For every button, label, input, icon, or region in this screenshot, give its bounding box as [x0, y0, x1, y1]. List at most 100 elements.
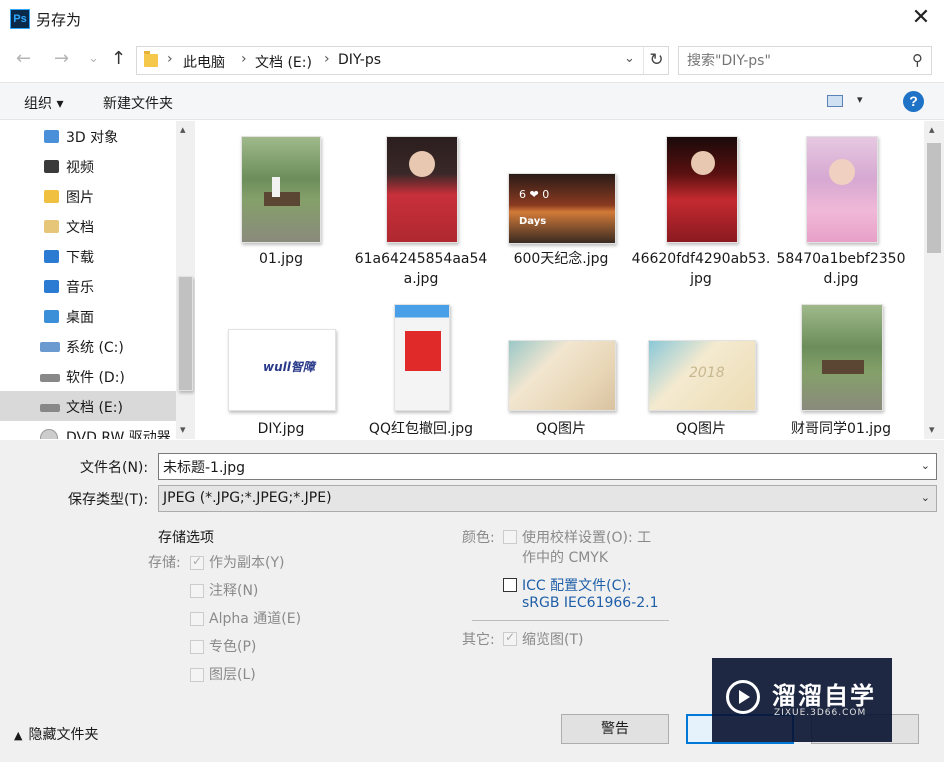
search-icon[interactable]: ⚲ — [912, 51, 923, 69]
icc-profile-checkbox[interactable] — [503, 578, 517, 592]
chevron-down-icon[interactable]: ⌄ — [921, 491, 930, 504]
file-name: QQ图片 — [675, 421, 727, 437]
view-options-dropdown-icon[interactable]: ▾ — [857, 93, 863, 106]
breadcrumb-separator[interactable]: › — [167, 51, 173, 67]
file-item[interactable]: 2018 QQ图片 — [631, 299, 771, 439]
chevron-down-icon[interactable]: ⌄ — [921, 459, 930, 472]
sidebar-item-videos[interactable]: 视频 — [0, 151, 176, 181]
forward-arrow-icon[interactable]: → — [54, 48, 69, 70]
hide-folders-toggle[interactable]: ▲ 隐藏文件夹 — [14, 724, 98, 744]
file-name: 58470a1bebf2350d.jpg — [776, 251, 906, 287]
sidebar-item-label: 3D 对象 — [66, 130, 119, 146]
file-item[interactable]: 财哥同学01.jpg — [771, 299, 911, 439]
save-type-label: 保存类型(T): — [68, 492, 149, 508]
system-drive-icon — [40, 342, 60, 352]
scroll-down-icon[interactable]: ▾ — [180, 423, 186, 436]
file-item[interactable]: 46620fdf4290ab53.jpg — [631, 131, 771, 287]
scrollbar-thumb[interactable] — [927, 143, 941, 253]
alpha-channels-label: Alpha 通道(E) — [209, 611, 302, 627]
organize-menu[interactable]: 组织 ▾ — [24, 93, 63, 113]
file-item[interactable]: QQ图片 — [491, 299, 631, 439]
back-arrow-icon[interactable]: ← — [16, 48, 31, 70]
filename-combobox[interactable]: ⌄ — [158, 453, 937, 480]
new-folder-button[interactable]: 新建文件夹 — [103, 93, 173, 113]
scrollbar-thumb[interactable] — [178, 276, 193, 391]
video-icon — [44, 160, 59, 173]
file-name: 61a64245854aa54a.jpg — [354, 251, 488, 287]
image-thumbnail: 2018 — [648, 340, 756, 411]
breadcrumb-this-pc[interactable]: 此电脑 — [183, 52, 225, 72]
breadcrumb-separator[interactable]: › — [324, 51, 330, 67]
help-icon[interactable]: ? — [903, 91, 924, 112]
notes-label: 注释(N) — [209, 583, 259, 599]
thumbnail-checkbox[interactable] — [503, 630, 517, 646]
sidebar-item-drive-c[interactable]: 系统 (C:) — [0, 331, 176, 361]
as-copy-checkbox[interactable] — [190, 554, 204, 570]
watermark-url: ZIXUE.3D66.COM — [774, 708, 867, 718]
use-proof-setup-checkbox[interactable] — [503, 530, 517, 544]
close-button[interactable]: ✕ — [908, 6, 934, 32]
filename-label: 文件名(N): — [80, 460, 149, 476]
sidebar-item-downloads[interactable]: 下载 — [0, 241, 176, 271]
scroll-up-icon[interactable]: ▴ — [929, 123, 935, 136]
dvd-drive-icon — [40, 429, 58, 439]
file-list-scrollbar[interactable]: ▴ ▾ — [924, 121, 944, 439]
sidebar-item-drive-e[interactable]: 文档 (E:) — [0, 391, 176, 421]
downloads-icon — [44, 250, 59, 263]
breadcrumb-separator[interactable]: › — [241, 51, 247, 67]
image-thumbnail — [394, 304, 450, 411]
image-thumbnail: 6 ❤ 0 Days — [508, 173, 616, 244]
sidebar-item-dvd-drive[interactable]: DVD RW 驱动器 — [0, 421, 176, 439]
thumb-wull-text: wull智障 — [263, 360, 315, 374]
recent-locations-icon[interactable]: ⌄ — [88, 48, 99, 70]
sidebar-scrollbar[interactable]: ▴ ▾ — [176, 121, 195, 439]
file-item[interactable]: QQ红包撤回.jpg — [351, 299, 491, 439]
filename-input[interactable] — [163, 457, 903, 477]
file-name: 600天纪念.jpg — [513, 251, 609, 267]
spot-colors-checkbox[interactable] — [190, 640, 204, 654]
drive-icon — [40, 404, 60, 412]
warning-button[interactable]: 警告 — [561, 714, 669, 744]
refresh-icon[interactable]: ↻ — [643, 47, 669, 74]
sidebar-item-documents[interactable]: 文档 — [0, 211, 176, 241]
file-item[interactable]: wull智障 DIY.jpg — [211, 299, 351, 439]
scroll-down-icon[interactable]: ▾ — [929, 423, 935, 436]
save-type-select[interactable]: JPEG (*.JPG;*.JPEG;*.JPE) ⌄ — [158, 485, 937, 512]
thumb-year-text: 2018 — [689, 365, 725, 381]
title-bar: Ps 另存为 ✕ — [0, 0, 944, 38]
sidebar-item-music[interactable]: 音乐 — [0, 271, 176, 301]
scroll-up-icon[interactable]: ▴ — [180, 123, 186, 136]
pictures-icon — [44, 190, 59, 203]
breadcrumb-diy-ps[interactable]: DIY-ps — [338, 52, 381, 68]
sidebar-item-label: 软件 (D:) — [66, 370, 125, 386]
change-view-icon[interactable] — [827, 95, 843, 107]
file-name: 01.jpg — [259, 251, 303, 267]
alpha-channels-checkbox[interactable] — [190, 612, 204, 626]
address-dropdown-icon[interactable]: ⌄ — [624, 51, 635, 66]
notes-checkbox[interactable] — [190, 584, 204, 598]
search-input[interactable] — [687, 51, 897, 71]
thumb-number-text: 6 ❤ 0 — [519, 188, 550, 201]
sidebar-item-pictures[interactable]: 图片 — [0, 181, 176, 211]
file-item[interactable]: 01.jpg — [211, 131, 351, 281]
image-thumbnail — [241, 136, 321, 243]
search-box[interactable]: ⚲ — [678, 46, 932, 75]
watermark-title: 溜溜自学 — [772, 682, 876, 710]
sidebar-item-3d-objects[interactable]: 3D 对象 — [0, 121, 176, 151]
up-folder-icon[interactable]: ↑ — [111, 48, 126, 70]
sidebar-item-label: 图片 — [66, 190, 94, 206]
play-logo-icon — [726, 680, 760, 714]
file-list: 01.jpg 61a64245854aa54a.jpg 6 ❤ 0 Days 6… — [196, 121, 944, 439]
address-bar[interactable]: › 此电脑 › 文档 (E:) › DIY-ps ⌄ ↻ — [136, 46, 669, 75]
layers-checkbox[interactable] — [190, 668, 204, 682]
file-item[interactable]: 6 ❤ 0 Days 600天纪念.jpg — [491, 131, 631, 281]
breadcrumb-documents-e[interactable]: 文档 (E:) — [255, 52, 312, 72]
sidebar-item-desktop[interactable]: 桌面 — [0, 301, 176, 331]
3d-objects-icon — [44, 130, 59, 143]
chevron-up-icon: ▲ — [14, 729, 23, 742]
sidebar-item-drive-d[interactable]: 软件 (D:) — [0, 361, 176, 391]
navigation-bar: ← → ⌄ ↑ › 此电脑 › 文档 (E:) › DIY-ps ⌄ ↻ ⚲ — [0, 40, 944, 80]
file-item[interactable]: 58470a1bebf2350d.jpg — [771, 131, 911, 287]
sidebar-item-label: 系统 (C:) — [66, 340, 124, 356]
file-item[interactable]: 61a64245854aa54a.jpg — [351, 131, 491, 287]
